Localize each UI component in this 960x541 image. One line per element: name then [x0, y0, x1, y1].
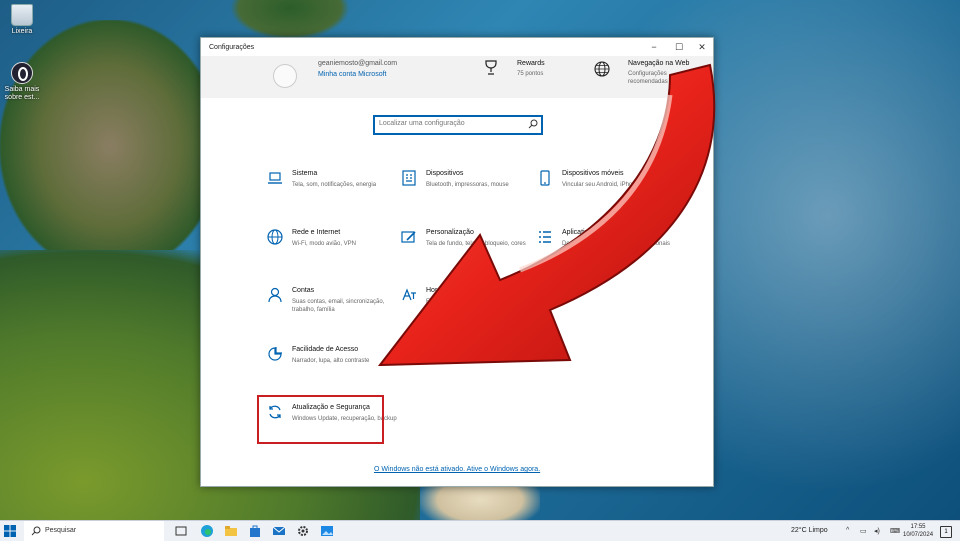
- search-icon[interactable]: [528, 119, 538, 129]
- globe-icon: [594, 61, 610, 77]
- file-explorer-icon[interactable]: [224, 524, 238, 538]
- category-facilidade-acesso[interactable]: Facilidade de Acesso Narrador, lupa, alt…: [267, 346, 407, 386]
- cliff-top: [230, 0, 350, 40]
- microsoft-account-link[interactable]: Minha conta Microsoft: [318, 71, 386, 78]
- weather-widget[interactable]: 22°C Limpo: [791, 527, 828, 534]
- mail-icon[interactable]: [272, 524, 286, 538]
- gear-icon[interactable]: [296, 524, 310, 538]
- minimize-button[interactable]: −: [647, 42, 661, 52]
- web-browsing-title[interactable]: Navegação na Web: [628, 60, 689, 67]
- trophy-icon: [485, 60, 497, 75]
- desktop-icon-recycle-bin[interactable]: Lixeira: [2, 4, 42, 36]
- activate-windows-link[interactable]: O Windows não está ativado. Ative o Wind…: [374, 466, 540, 473]
- volume-icon[interactable]: ◂): [874, 527, 880, 535]
- photos-icon[interactable]: [320, 524, 334, 538]
- account-header: geaniemosto@gmail.com Minha conta Micros…: [201, 56, 713, 98]
- maximize-button[interactable]: ☐: [672, 42, 686, 52]
- chevron-up-icon[interactable]: ^: [846, 527, 849, 534]
- rewards-points: 75 pontos: [517, 71, 544, 77]
- category-subtitle: Vincular seu Android, iPhone: [562, 182, 639, 188]
- highlight-box: [257, 395, 384, 444]
- category-title: Hora e idioma: [426, 287, 470, 294]
- accessibility-icon: [268, 347, 282, 361]
- category-title: Sistema: [292, 170, 318, 177]
- clock[interactable]: 17:55 10/07/2024: [903, 523, 933, 539]
- category-rede-internet[interactable]: Rede e Internet Wi-Fi, modo avião, VPN: [267, 229, 407, 269]
- category-subtitle: Wi-Fi, modo avião, VPN: [292, 241, 357, 247]
- rewards-title[interactable]: Rewards: [517, 60, 545, 67]
- category-subtitle: Tela, som, notificações, energia: [292, 182, 377, 188]
- category-subtitle: Narrador, lupa, alto contraste: [292, 358, 370, 364]
- globe-icon: [267, 229, 283, 245]
- window-title: Configurações: [209, 44, 255, 51]
- laptop-icon: [268, 172, 282, 184]
- taskbar: Pesquisar 22°C Limpo ^ ▭ ◂) ⌨ 17:55 10/0…: [0, 520, 960, 541]
- category-dispositivos[interactable]: Dispositivos Bluetooth, impressoras, mou…: [401, 170, 541, 210]
- keyboard-layout-icon[interactable]: ⌨: [890, 527, 900, 535]
- desktop-icon-learn-more[interactable]: Saiba mais sobre est...: [2, 62, 42, 102]
- title-bar[interactable]: Configurações − ☐ ✕: [201, 38, 713, 56]
- keyboard-icon: [402, 170, 416, 186]
- desktop-icon-label: Lixeira: [11, 28, 33, 35]
- category-title: Dispositivos: [426, 170, 464, 177]
- phone-icon: [540, 170, 550, 186]
- category-title: Facilidade de Acesso: [292, 346, 359, 353]
- category-subtitle: Bluetooth, impressoras, mouse: [426, 182, 509, 188]
- category-subtitle: Tela de fundo, tela de bloqueio, cores: [426, 241, 526, 247]
- web-browsing-subtitle: Configurações recomendadas: [628, 71, 668, 85]
- category-subtitle: Desinstalar, padrões, recursos opcionais: [562, 241, 671, 247]
- task-view-icon[interactable]: [174, 524, 188, 538]
- category-personalizacao[interactable]: Personalização Tela de fundo, tela de bl…: [401, 229, 541, 269]
- avatar[interactable]: [273, 64, 297, 88]
- store-icon[interactable]: [248, 524, 262, 538]
- category-dispositivos-moveis[interactable]: Dispositivos móveis Vincular seu Android…: [537, 170, 677, 210]
- category-subtitle: Suas contas, email, sincronização, traba…: [292, 299, 385, 313]
- language-icon: [402, 288, 416, 301]
- settings-search[interactable]: Localizar uma configuração: [373, 115, 543, 135]
- category-title: Rede e Internet: [292, 229, 341, 236]
- category-hora-idioma[interactable]: Hora e idioma Fala, região, data: [401, 287, 541, 327]
- search-icon: [31, 526, 41, 536]
- person-icon: [268, 287, 282, 303]
- desktop-icon-label: Saiba mais sobre est...: [4, 86, 40, 101]
- category-sistema[interactable]: Sistema Tela, som, notificações, energia: [267, 170, 407, 210]
- category-title: Dispositivos móveis: [562, 170, 624, 177]
- category-contas[interactable]: Contas Suas contas, email, sincronização…: [267, 287, 407, 327]
- network-icon[interactable]: ▭: [860, 527, 867, 535]
- category-title: Contas: [292, 287, 315, 294]
- category-aplicativos[interactable]: Aplicativos Desinstalar, padrões, recurs…: [537, 229, 677, 269]
- search-input[interactable]: Localizar uma configuração: [379, 120, 465, 127]
- settings-window: Configurações − ☐ ✕ geaniemosto@gmail.co…: [200, 37, 714, 487]
- taskbar-search[interactable]: Pesquisar: [24, 521, 164, 541]
- edge-icon[interactable]: [200, 524, 214, 538]
- recycle-bin-icon: [11, 4, 33, 26]
- brush-icon: [401, 231, 416, 243]
- category-subtitle: Fala, região, data: [426, 299, 473, 305]
- taskbar-search-label: Pesquisar: [45, 527, 77, 534]
- category-title: Personalização: [426, 229, 474, 236]
- close-button[interactable]: ✕: [695, 42, 709, 52]
- category-title: Aplicativos: [562, 229, 596, 236]
- apps-icon: [539, 231, 551, 243]
- account-email: geaniemosto@gmail.com: [318, 60, 398, 67]
- info-icon: [11, 62, 33, 84]
- windows-start-icon[interactable]: [4, 525, 16, 537]
- rock-island: [0, 20, 200, 250]
- clock-time: 17:55: [910, 524, 926, 530]
- notification-icon[interactable]: 1: [940, 526, 952, 538]
- clock-date: 10/07/2024: [903, 532, 934, 538]
